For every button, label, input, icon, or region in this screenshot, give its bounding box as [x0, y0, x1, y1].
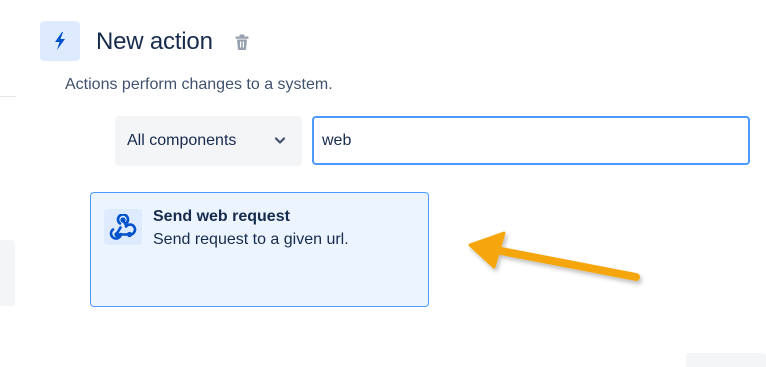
divider	[0, 96, 16, 97]
panel-fragment	[686, 353, 766, 367]
action-option-send-web-request[interactable]: Send web request Send request to a given…	[90, 192, 429, 307]
trash-icon	[235, 34, 249, 50]
component-filter-value: All components	[127, 132, 237, 149]
search-input[interactable]	[312, 116, 750, 165]
chevron-down-icon	[274, 137, 286, 144]
automation-action-picker: New action Actions perform changes to a …	[0, 0, 766, 367]
action-option-title: Send web request	[153, 208, 290, 225]
delete-button[interactable]	[232, 31, 252, 53]
action-option-description: Send request to a given url.	[153, 231, 349, 248]
component-filter-select[interactable]: All components	[115, 116, 302, 166]
arrow-pointer-icon	[468, 231, 640, 281]
side-panel-fragment	[0, 240, 15, 306]
page-title: New action	[96, 28, 213, 55]
lightning-bolt-icon	[40, 21, 80, 61]
page-description: Actions perform changes to a system.	[65, 76, 333, 93]
webhook-icon	[104, 209, 142, 245]
